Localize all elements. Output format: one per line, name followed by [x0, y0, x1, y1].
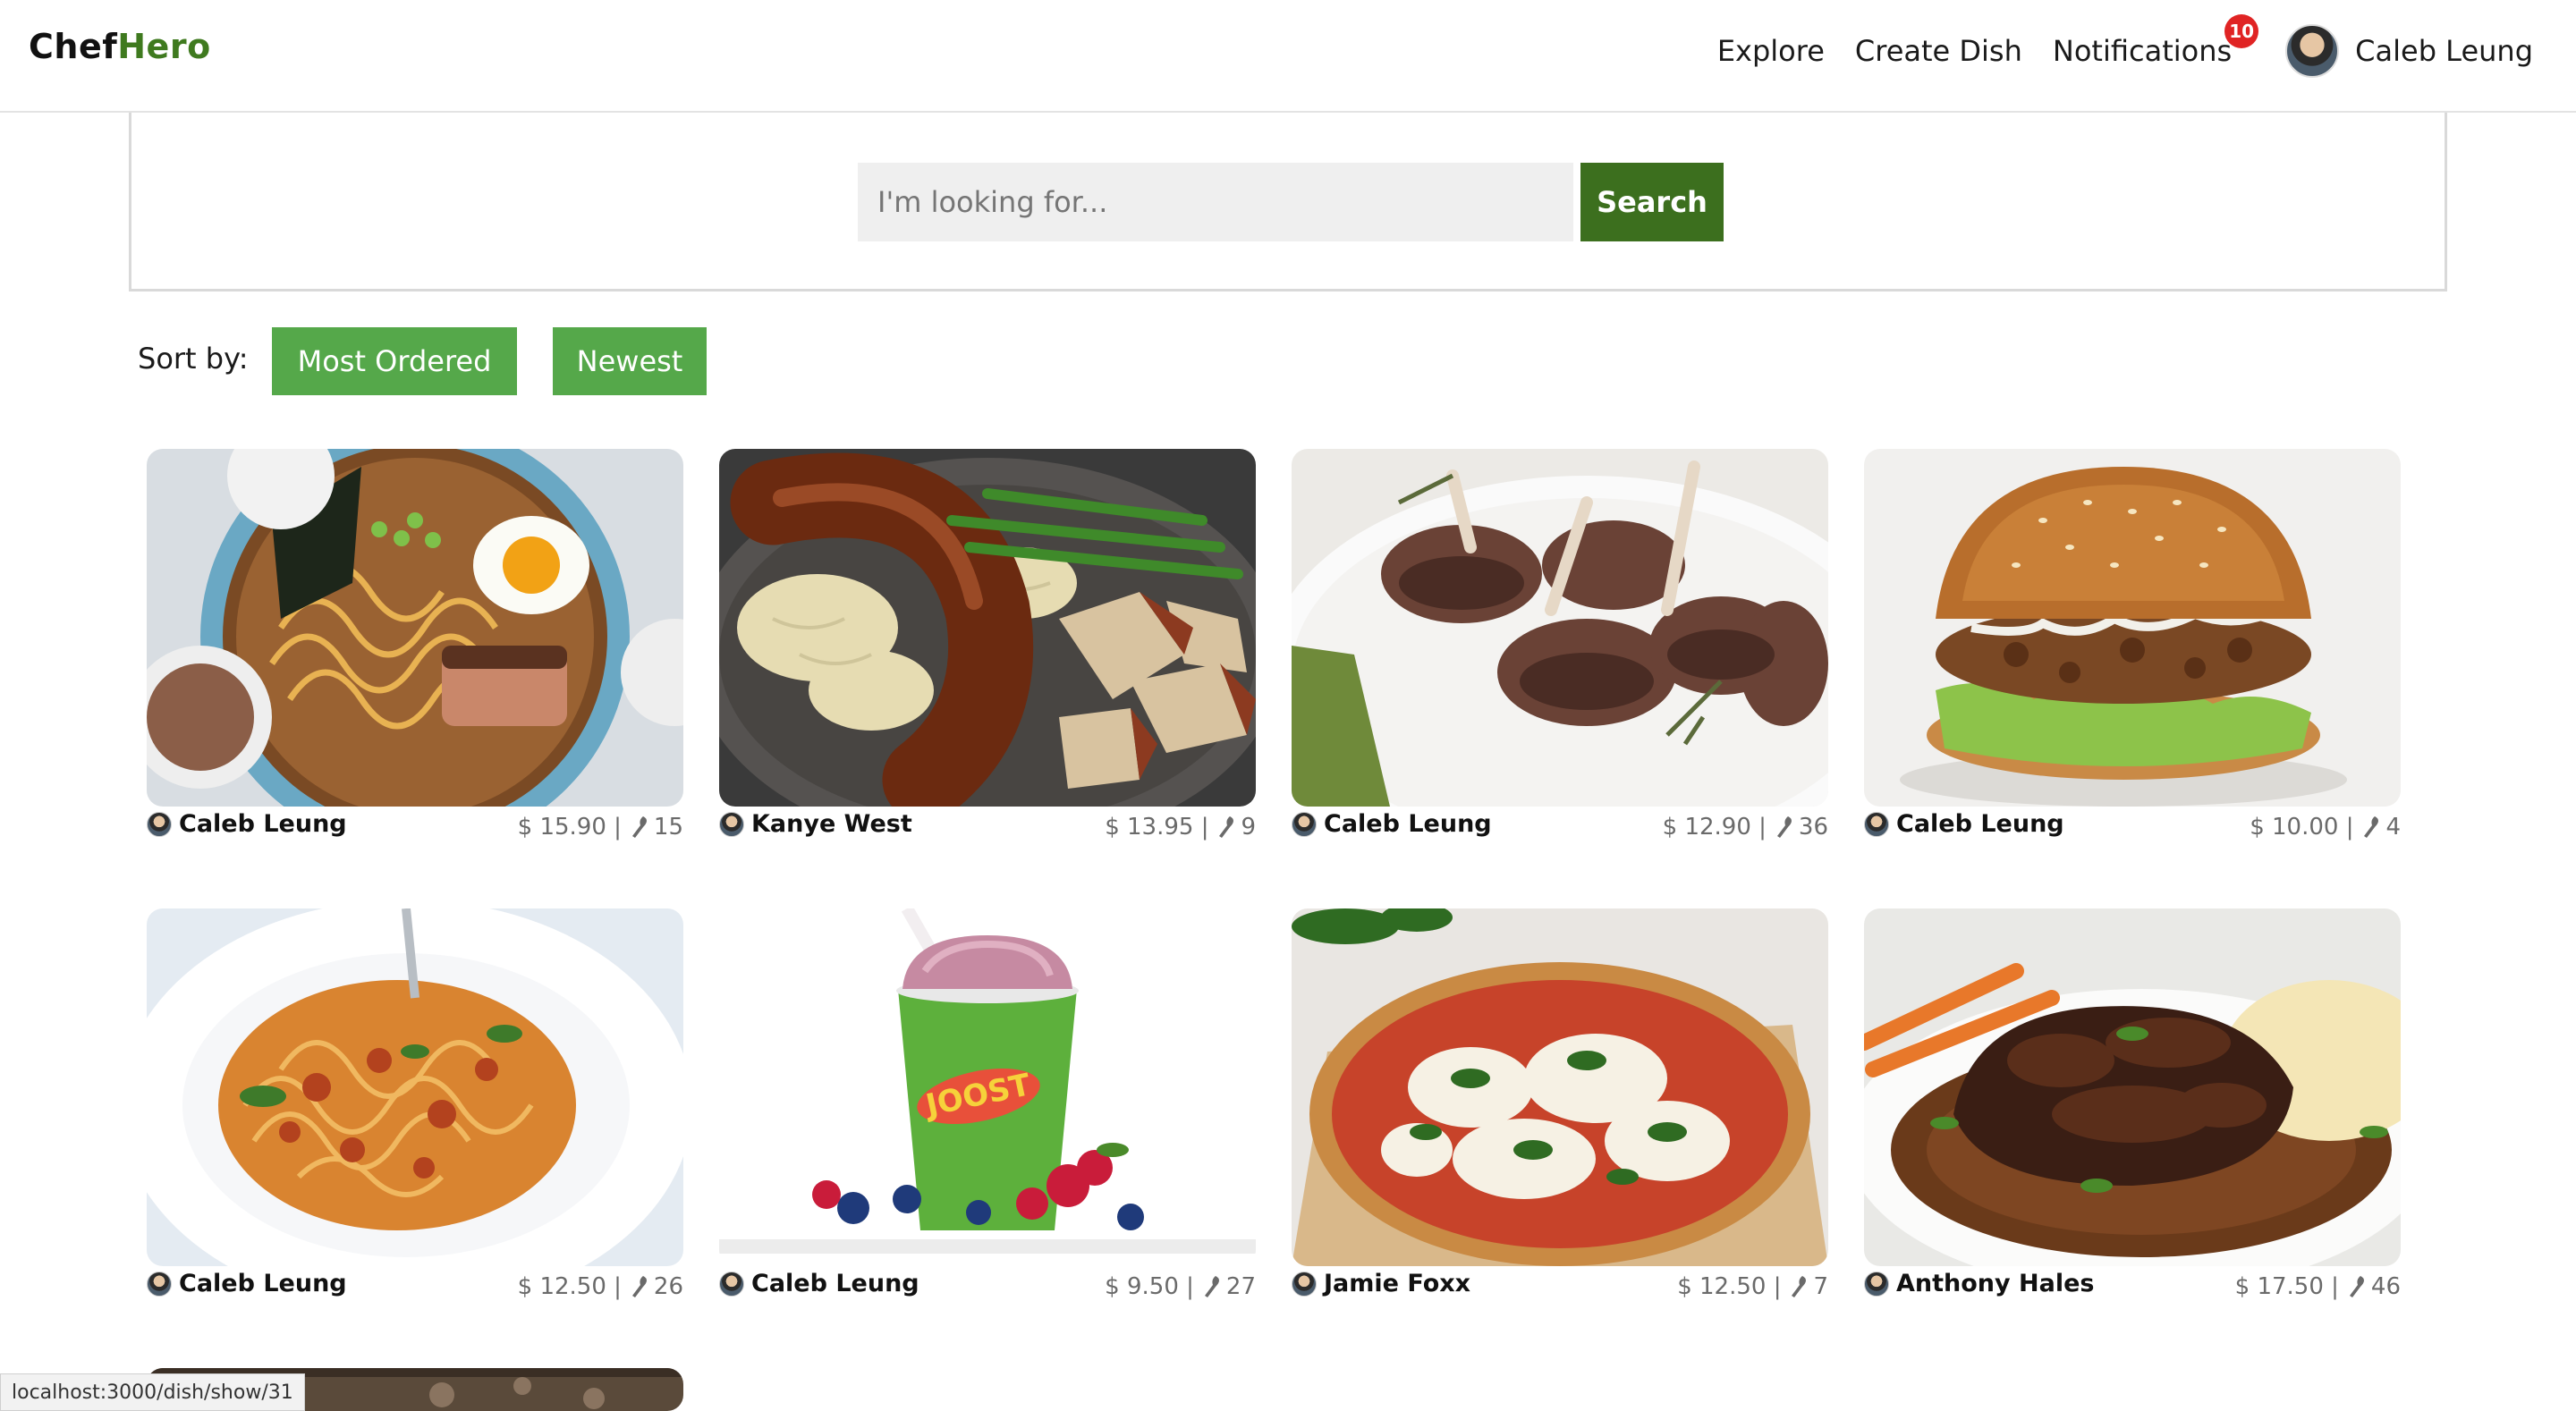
author-name: Jamie Foxx — [1324, 1270, 1471, 1297]
author-avatar — [147, 1271, 172, 1297]
dish-image-lamb[interactable] — [1292, 449, 1828, 807]
dish-card[interactable]: Caleb Leung $ 10.00 | 4 — [1864, 449, 2401, 851]
nav-notifications-link[interactable]: Notifications 10 — [2052, 14, 2259, 68]
dish-orders: 46 — [2370, 1273, 2401, 1300]
nav-create-dish-link[interactable]: Create Dish — [1855, 34, 2022, 68]
dish-price: $ 12.50 | — [517, 1273, 622, 1300]
dish-image-beef[interactable] — [1864, 908, 2401, 1266]
search-button[interactable]: Search — [1580, 163, 1724, 241]
author-avatar — [1864, 1271, 1889, 1297]
dish-card[interactable]: Jamie Foxx $ 12.50 | 7 — [1292, 908, 1828, 1311]
search-panel: Search — [129, 113, 2447, 291]
dish-orders: 9 — [1241, 814, 1256, 841]
author-name: Caleb Leung — [1896, 810, 2064, 838]
utensil-icon — [1219, 816, 1234, 838]
dish-price: $ 13.95 | — [1105, 814, 1209, 841]
search-input[interactable] — [858, 163, 1573, 241]
author-name: Caleb Leung — [751, 1270, 919, 1297]
user-name: Caleb Leung — [2355, 34, 2533, 68]
utensil-icon — [631, 816, 647, 838]
author-avatar — [719, 811, 744, 837]
dish-card[interactable]: Caleb Leung $ 15.90 | 15 — [147, 449, 683, 851]
dish-author[interactable]: Caleb Leung — [1864, 810, 2064, 838]
user-menu[interactable]: Caleb Leung — [2285, 24, 2533, 78]
dish-price: $ 12.50 | — [1677, 1273, 1782, 1300]
utensil-icon — [2349, 1276, 2364, 1297]
dish-author[interactable]: Caleb Leung — [1292, 810, 1492, 838]
author-avatar — [147, 811, 172, 837]
dish-card[interactable]: Anthony Hales $ 17.50 | 46 — [1864, 908, 2401, 1311]
dish-image-pizza[interactable] — [1292, 908, 1828, 1266]
dish-meta: $ 10.00 | 4 — [2250, 814, 2401, 841]
author-avatar — [719, 1271, 744, 1297]
author-name: Kanye West — [751, 810, 912, 838]
dish-orders: 27 — [1225, 1273, 1256, 1300]
dish-image-spaghetti[interactable] — [147, 908, 683, 1266]
brand-logo[interactable]: ChefHero — [29, 27, 211, 66]
utensil-icon — [1792, 1276, 1807, 1297]
dish-orders: 15 — [653, 814, 683, 841]
dish-price: $ 9.50 | — [1105, 1273, 1194, 1300]
sort-most-ordered-button[interactable]: Most Ordered — [272, 327, 517, 395]
author-name: Caleb Leung — [179, 810, 347, 838]
dish-meta: $ 12.90 | 36 — [1663, 814, 1828, 841]
dish-author[interactable]: Jamie Foxx — [1292, 1270, 1470, 1297]
browser-status-bar: localhost:3000/dish/show/31 — [0, 1373, 305, 1411]
notifications-label: Notifications — [2052, 34, 2233, 68]
dish-meta: $ 12.50 | 7 — [1677, 1273, 1828, 1300]
dish-author[interactable]: Caleb Leung — [147, 810, 347, 838]
utensil-icon — [1776, 816, 1792, 838]
nav-explore-link[interactable]: Explore — [1717, 34, 1825, 68]
dish-card[interactable]: Kanye West $ 13.95 | 9 — [719, 449, 1256, 851]
dish-image-ramen[interactable] — [147, 449, 683, 807]
author-avatar — [1292, 811, 1317, 837]
dish-image-smoothie[interactable]: JOOST — [719, 908, 1256, 1266]
author-name: Caleb Leung — [1324, 810, 1492, 838]
dish-orders: 4 — [2385, 814, 2401, 841]
utensil-icon — [631, 1276, 647, 1297]
dish-author[interactable]: Kanye West — [719, 810, 912, 838]
notifications-badge: 10 — [2224, 14, 2259, 48]
dish-price: $ 15.90 | — [517, 814, 622, 841]
dish-card[interactable]: Caleb Leung $ 12.50 | 26 — [147, 908, 683, 1311]
author-name: Anthony Hales — [1896, 1270, 2095, 1297]
nav-links: Explore Create Dish Notifications 10 Cal… — [1687, 14, 2533, 82]
dish-meta: $ 17.50 | 46 — [2235, 1273, 2401, 1300]
utensil-icon — [1204, 1276, 1219, 1297]
dish-author[interactable]: Caleb Leung — [147, 1270, 347, 1297]
dish-image-burger[interactable] — [1864, 449, 2401, 807]
utensil-icon — [2364, 816, 2379, 838]
brand-name-part1: Chef — [29, 27, 118, 66]
dish-price: $ 10.00 | — [2250, 814, 2354, 841]
dish-meta: $ 15.90 | 15 — [518, 814, 683, 841]
dish-price: $ 17.50 | — [2234, 1273, 2339, 1300]
dish-meta: $ 12.50 | 26 — [518, 1273, 683, 1300]
brand-name-part2: Hero — [117, 27, 211, 66]
dish-card[interactable]: JOOST Caleb Leung $ 9.50 | 27 — [719, 908, 1256, 1311]
dish-meta: $ 9.50 | 27 — [1105, 1273, 1256, 1300]
dish-price: $ 12.90 | — [1662, 814, 1767, 841]
author-avatar — [1292, 1271, 1317, 1297]
dish-author[interactable]: Caleb Leung — [719, 1270, 919, 1297]
dish-orders: 7 — [1813, 1273, 1828, 1300]
navbar: ChefHero Explore Create Dish Notificatio… — [0, 0, 2576, 113]
dish-author[interactable]: Anthony Hales — [1864, 1270, 2094, 1297]
user-avatar — [2285, 24, 2340, 78]
dish-orders: 26 — [653, 1273, 683, 1300]
sort-newest-button[interactable]: Newest — [553, 327, 707, 395]
author-avatar — [1864, 811, 1889, 837]
dish-card[interactable]: Caleb Leung $ 12.90 | 36 — [1292, 449, 1828, 851]
dish-meta: $ 13.95 | 9 — [1105, 814, 1256, 841]
sort-label: Sort by: — [138, 342, 249, 376]
dish-image-sausage[interactable] — [719, 449, 1256, 807]
dish-orders: 36 — [1798, 814, 1828, 841]
author-name: Caleb Leung — [179, 1270, 347, 1297]
